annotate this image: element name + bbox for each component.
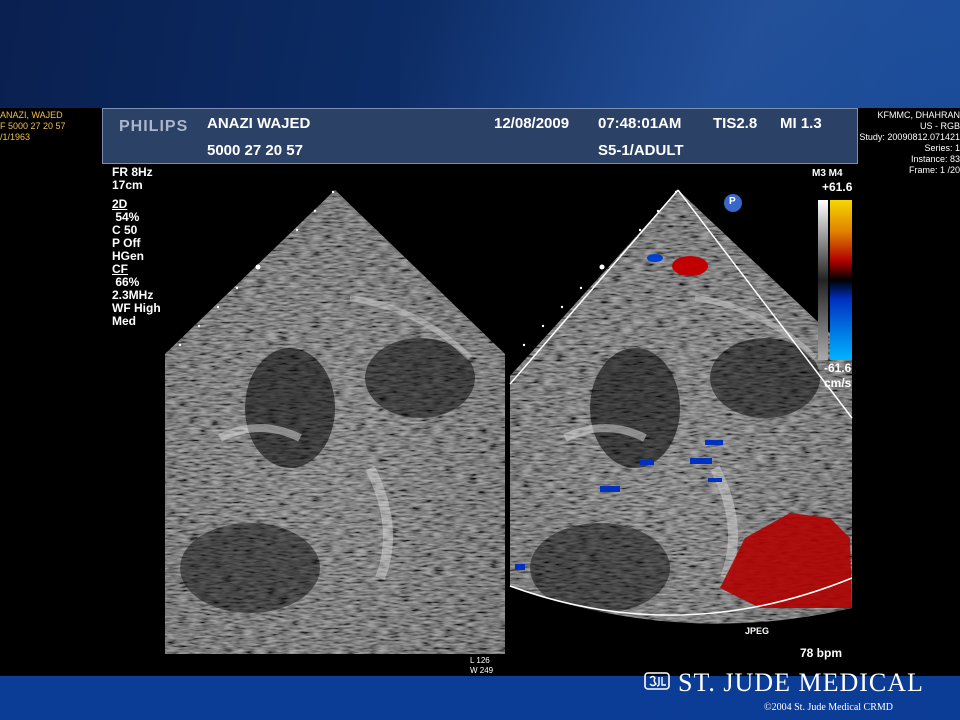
ultrasound-screen: ANAZI, WAJED F 5000 27 20 57 /1/1963 KFM… xyxy=(0,108,960,676)
velocity-colorbar xyxy=(818,200,852,360)
window-level: L 126 xyxy=(470,656,490,665)
color-map-label: M3 M4 xyxy=(812,168,843,179)
header-band xyxy=(0,0,960,108)
velocity-max: +61.6 xyxy=(822,180,853,194)
echo-images xyxy=(165,189,853,654)
echo-image-right xyxy=(510,190,852,624)
heart-rate: 78 bpm xyxy=(800,646,843,660)
probe-marker-label: P xyxy=(729,196,736,207)
jpeg-label: JPEG xyxy=(745,626,770,636)
copyright-text: ©2004 St. Jude Medical CRMD xyxy=(764,702,893,713)
st-jude-logo-icon xyxy=(644,672,670,690)
doppler-red-top xyxy=(672,256,708,276)
velocity-min: -61.6 xyxy=(824,361,852,375)
echo-image-left xyxy=(165,190,505,654)
company-name: ST. JUDE MEDICAL xyxy=(678,668,924,697)
window-width: W 249 xyxy=(470,666,494,675)
velocity-unit: cm/s xyxy=(824,376,852,390)
